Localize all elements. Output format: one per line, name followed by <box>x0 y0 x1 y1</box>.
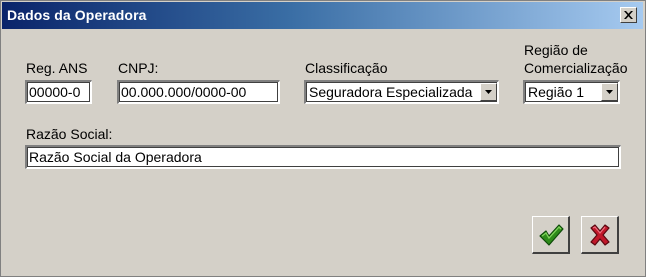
window-title: Dados da Operadora <box>7 7 147 23</box>
classificacao-select[interactable]: Seguradora Especializada <box>304 80 499 104</box>
cnpj-field[interactable] <box>117 80 280 104</box>
regiao-value: Região 1 <box>528 84 585 100</box>
reg-ans-field[interactable] <box>25 80 92 104</box>
regiao-label-line1: Região de <box>524 42 588 58</box>
razao-social-input[interactable] <box>29 148 619 166</box>
title-bar[interactable]: Dados da Operadora <box>2 2 643 29</box>
chevron-down-icon <box>606 90 613 94</box>
close-button[interactable] <box>620 7 637 23</box>
razao-social-label: Razão Social: <box>26 126 113 142</box>
checkmark-icon <box>538 223 564 246</box>
chevron-down-icon <box>485 90 492 94</box>
classificacao-label: Classificação <box>305 60 388 76</box>
x-icon <box>589 223 610 246</box>
dialog-window: Dados da Operadora Reg. ANS CNPJ: Classi… <box>0 0 646 277</box>
reg-ans-input[interactable] <box>29 83 91 101</box>
close-icon <box>624 11 633 19</box>
ok-button[interactable] <box>532 216 570 254</box>
cancel-button[interactable] <box>581 216 619 254</box>
razao-social-field[interactable] <box>25 145 621 169</box>
classificacao-dropdown-button[interactable] <box>480 83 497 101</box>
regiao-label-line2: Comercialização <box>524 60 628 76</box>
classificacao-value: Seguradora Especializada <box>309 84 473 100</box>
cnpj-input[interactable] <box>121 83 279 101</box>
cnpj-label: CNPJ: <box>118 60 159 76</box>
reg-ans-label: Reg. ANS <box>26 60 88 76</box>
regiao-dropdown-button[interactable] <box>601 83 618 101</box>
regiao-select[interactable]: Região 1 <box>523 80 620 104</box>
